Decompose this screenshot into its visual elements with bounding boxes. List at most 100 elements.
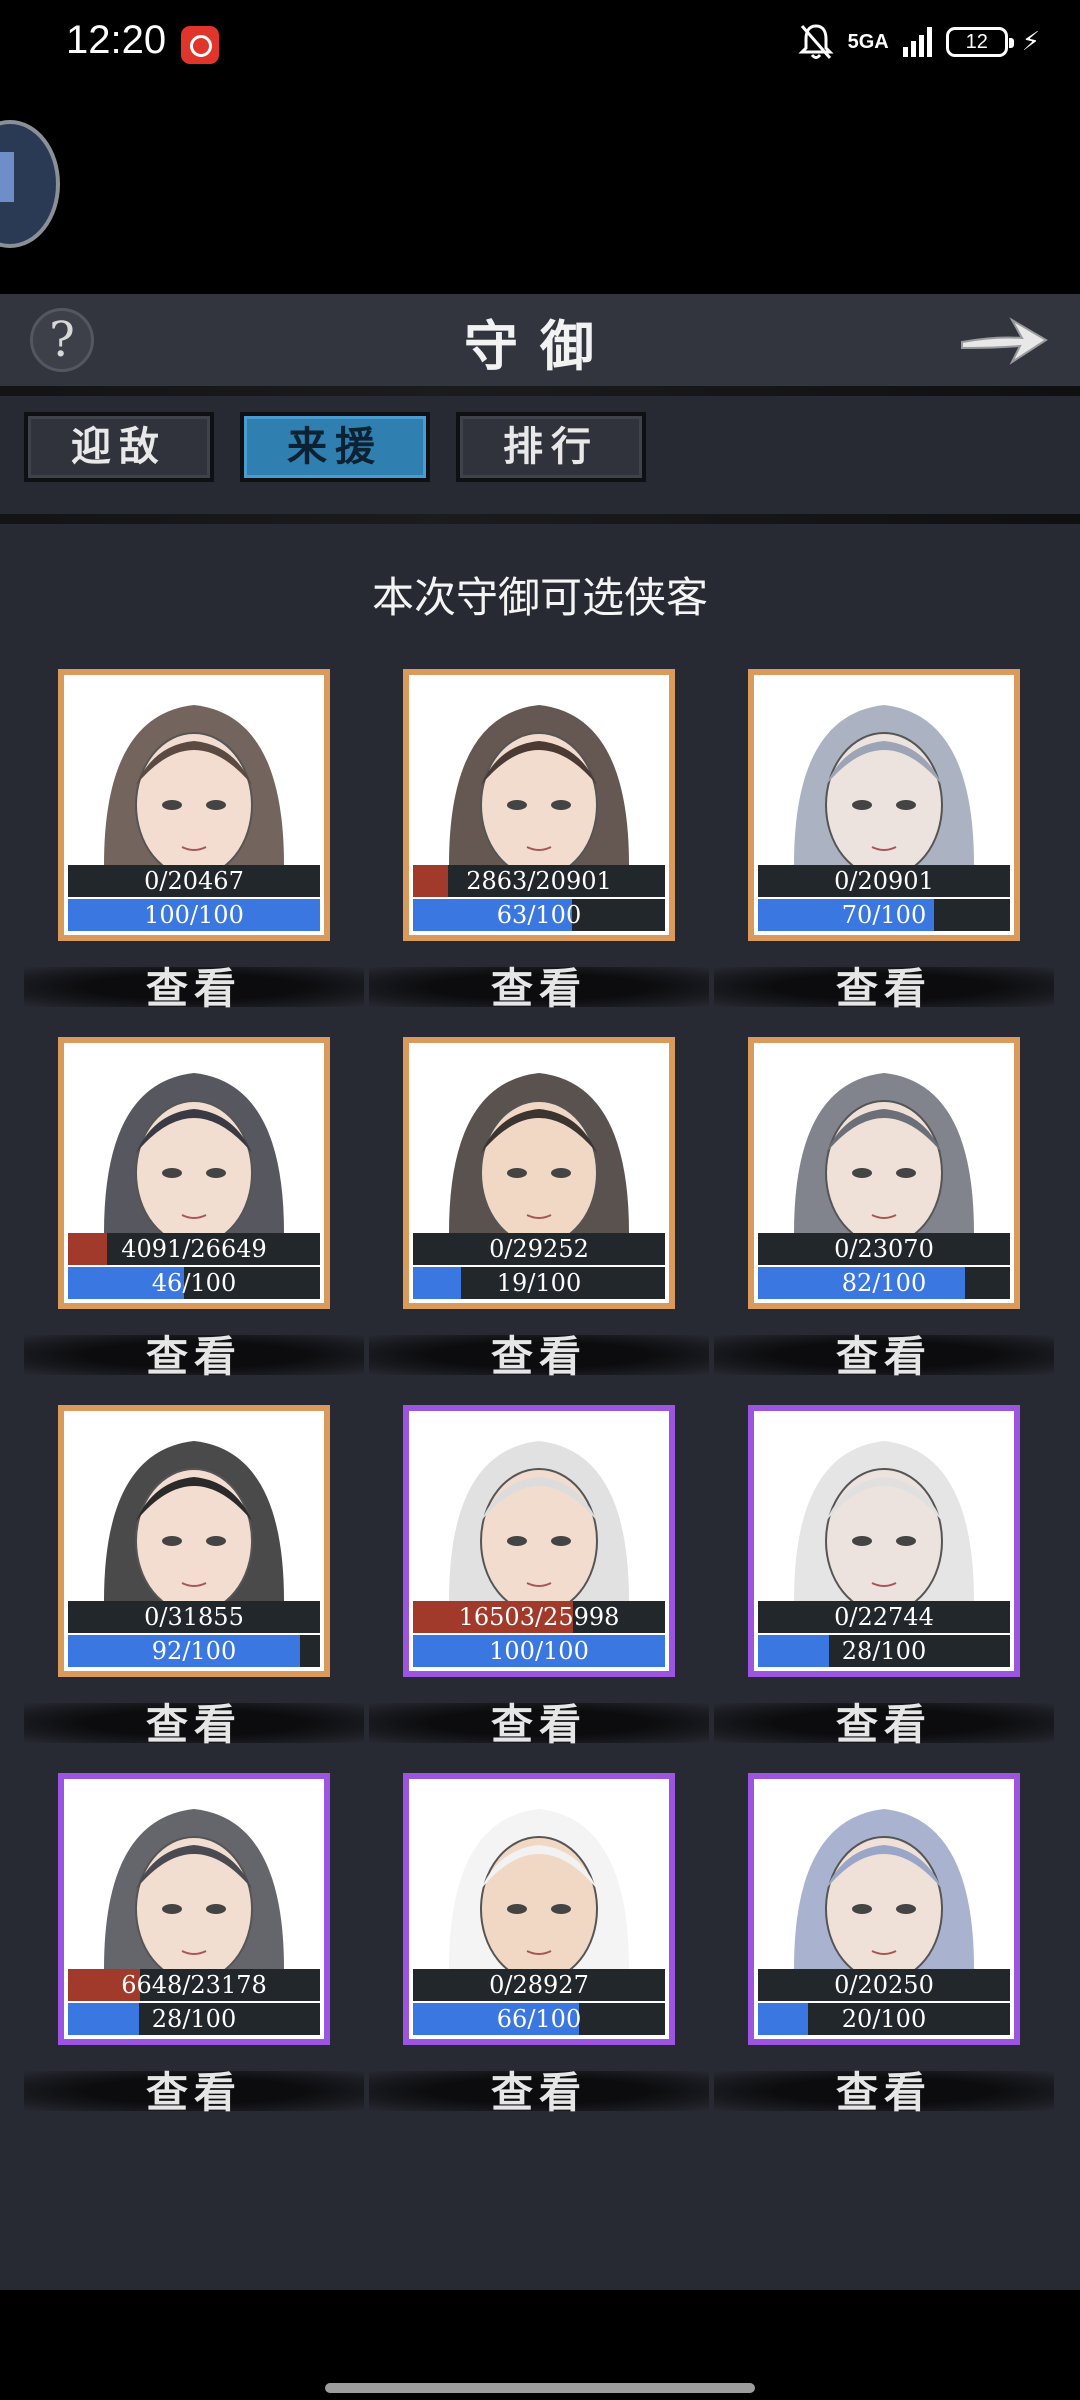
energy-bar: 28/100 xyxy=(68,2003,320,2035)
hero-card[interactable]: 2863/20901 63/100 xyxy=(403,669,675,941)
defense-panel: ? 守御 迎敌 来援 排行 本次守御可选侠客 0/20467 100/100 查看 2… xyxy=(0,294,1080,2290)
view-button[interactable]: 查看 xyxy=(24,1319,364,1389)
view-button[interactable]: 查看 xyxy=(369,1319,709,1389)
energy-value: 28/100 xyxy=(841,1637,927,1665)
energy-value: 100/100 xyxy=(144,901,244,929)
hero-card[interactable]: 4091/26649 46/100 xyxy=(58,1037,330,1309)
view-button[interactable]: 查看 xyxy=(24,1687,364,1757)
view-button[interactable]: 查看 xyxy=(714,951,1054,1021)
view-button[interactable]: 查看 xyxy=(369,1687,709,1757)
hp-bar: 0/31855 xyxy=(68,1601,320,1633)
hp-value: 0/29252 xyxy=(489,1235,589,1263)
view-button-label: 查看 xyxy=(490,2068,587,2117)
view-button-label: 查看 xyxy=(490,964,587,1013)
view-button[interactable]: 查看 xyxy=(369,2055,709,2125)
energy-bar: 46/100 xyxy=(68,1267,320,1299)
hero-card[interactable]: 0/28927 66/100 xyxy=(403,1773,675,2045)
hp-bar: 0/20901 xyxy=(758,865,1010,897)
tab-ranking[interactable]: 排行 xyxy=(456,412,646,482)
home-indicator[interactable] xyxy=(325,2383,755,2393)
view-button-label: 查看 xyxy=(145,1700,242,1749)
hp-value: 0/20250 xyxy=(834,1971,934,1999)
energy-value: 19/100 xyxy=(496,1269,582,1297)
hp-value: 2863/20901 xyxy=(466,867,612,895)
divider xyxy=(0,386,1080,396)
hp-value: 4091/26649 xyxy=(121,1235,267,1263)
status-bar: 12:20 5GA 12 ⚡ xyxy=(0,0,1080,90)
energy-value: 82/100 xyxy=(841,1269,927,1297)
view-button[interactable]: 查看 xyxy=(24,2055,364,2125)
hero-card[interactable]: 0/22744 28/100 xyxy=(748,1405,1020,1677)
battery-level: 12 xyxy=(965,31,988,53)
hp-value: 0/20467 xyxy=(144,867,244,895)
forward-arrow-icon[interactable] xyxy=(956,308,1052,372)
view-button[interactable]: 查看 xyxy=(24,951,364,1021)
hero-card[interactable]: 0/31855 92/100 xyxy=(58,1405,330,1677)
hp-bar: 0/22744 xyxy=(758,1601,1010,1633)
energy-value: 46/100 xyxy=(151,1269,237,1297)
energy-bar: 66/100 xyxy=(413,2003,665,2035)
panel-header: ? 守御 xyxy=(0,294,1080,386)
charging-icon: ⚡ xyxy=(1021,27,1040,57)
hp-bar: 0/20250 xyxy=(758,1969,1010,2001)
battery-icon: 12 xyxy=(945,27,1014,57)
hp-value: 6648/23178 xyxy=(121,1971,267,1999)
signal-icon xyxy=(902,27,932,57)
hp-value: 16503/25998 xyxy=(458,1603,620,1631)
view-button-label: 查看 xyxy=(490,1332,587,1381)
hero-card[interactable]: 0/23070 82/100 xyxy=(748,1037,1020,1309)
energy-bar: 100/100 xyxy=(413,1635,665,1667)
system-nav-bar xyxy=(0,2290,1080,2400)
energy-bar: 100/100 xyxy=(68,899,320,931)
energy-value: 92/100 xyxy=(151,1637,237,1665)
energy-value: 28/100 xyxy=(151,2005,237,2033)
status-icons: 5GA 12 ⚡ xyxy=(797,22,1040,62)
energy-value: 63/100 xyxy=(496,901,582,929)
hp-bar: 0/28927 xyxy=(413,1969,665,2001)
energy-bar: 20/100 xyxy=(758,2003,1010,2035)
view-button-label: 查看 xyxy=(835,2068,932,2117)
view-button[interactable]: 查看 xyxy=(714,1687,1054,1757)
energy-value: 100/100 xyxy=(489,1637,589,1665)
hero-card[interactable]: 0/20250 20/100 xyxy=(748,1773,1020,2045)
energy-bar: 92/100 xyxy=(68,1635,320,1667)
page-title: 守御 xyxy=(464,314,616,378)
view-button[interactable]: 查看 xyxy=(714,2055,1054,2125)
hero-card[interactable]: 6648/23178 28/100 xyxy=(58,1773,330,2045)
section-subtitle: 本次守御可选侠客 xyxy=(371,573,708,622)
view-button[interactable]: 查看 xyxy=(714,1319,1054,1389)
hero-card[interactable]: 16503/25998 100/100 xyxy=(403,1405,675,1677)
energy-bar: 70/100 xyxy=(758,899,1010,931)
hp-bar: 0/29252 xyxy=(413,1233,665,1265)
energy-bar: 28/100 xyxy=(758,1635,1010,1667)
view-button-label: 查看 xyxy=(490,1700,587,1749)
hp-value: 0/22744 xyxy=(834,1603,934,1631)
energy-value: 66/100 xyxy=(496,2005,582,2033)
energy-value: 20/100 xyxy=(841,2005,927,2033)
view-button[interactable]: 查看 xyxy=(369,951,709,1021)
hero-card[interactable]: 0/29252 19/100 xyxy=(403,1037,675,1309)
tab-engage[interactable]: 迎敌 xyxy=(24,412,214,482)
status-time: 12:20 xyxy=(66,18,167,62)
hero-card[interactable]: 0/20901 70/100 xyxy=(748,669,1020,941)
hp-value: 0/20901 xyxy=(834,867,934,895)
hp-bar: 0/20467 xyxy=(68,865,320,897)
hp-bar: 16503/25998 xyxy=(413,1601,665,1633)
hp-bar: 4091/26649 xyxy=(68,1233,320,1265)
energy-bar: 19/100 xyxy=(413,1267,665,1299)
view-button-label: 查看 xyxy=(835,964,932,1013)
player-avatar[interactable] xyxy=(0,120,60,248)
hp-value: 0/23070 xyxy=(834,1235,934,1263)
energy-bar: 63/100 xyxy=(413,899,665,931)
hp-bar: 6648/23178 xyxy=(68,1969,320,2001)
energy-value: 70/100 xyxy=(841,901,927,929)
view-button-label: 查看 xyxy=(835,1700,932,1749)
hero-card[interactable]: 0/20467 100/100 xyxy=(58,669,330,941)
hp-value: 0/28927 xyxy=(489,1971,589,1999)
mute-bell-icon xyxy=(797,22,834,62)
divider xyxy=(0,514,1080,524)
view-button-label: 查看 xyxy=(835,1332,932,1381)
view-button-label: 查看 xyxy=(145,964,242,1013)
hp-bar: 0/23070 xyxy=(758,1233,1010,1265)
tab-reinforce[interactable]: 来援 xyxy=(240,412,430,482)
